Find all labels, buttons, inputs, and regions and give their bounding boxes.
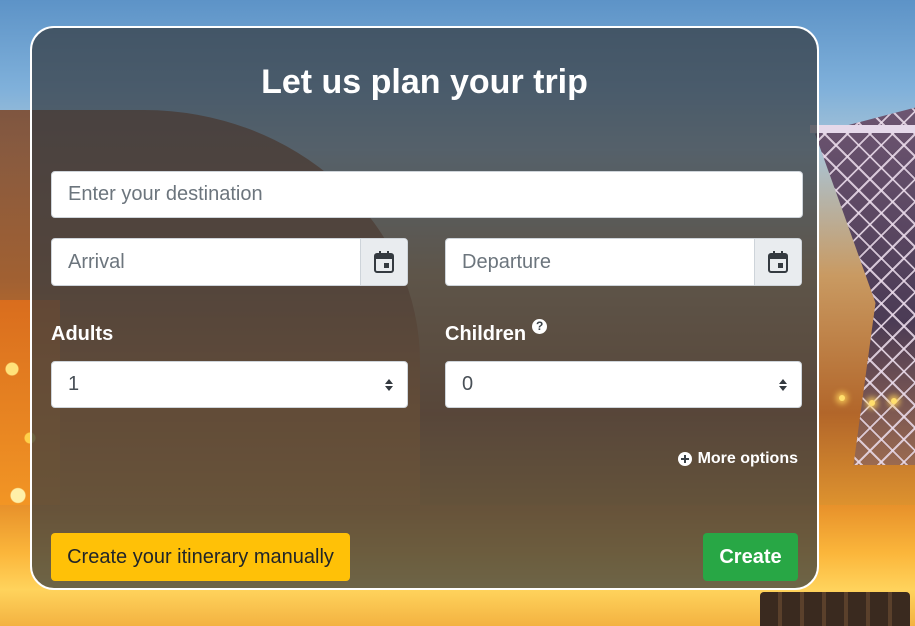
sort-caret-icon [385, 378, 393, 391]
adults-label: Adults [51, 323, 114, 345]
calendar-icon [374, 251, 394, 273]
destination-field[interactable] [51, 171, 803, 218]
boat [760, 592, 910, 626]
departure-input[interactable] [446, 239, 756, 285]
lamp-light [839, 395, 845, 401]
departure-field[interactable] [445, 238, 802, 286]
destination-input[interactable] [52, 172, 802, 217]
children-select[interactable]: 0 [445, 361, 802, 408]
children-label: Children [445, 323, 527, 345]
question-circle-icon[interactable]: ? [532, 319, 548, 334]
adults-select[interactable]: 1 [51, 361, 408, 408]
bridge [815, 105, 915, 465]
more-options-label: More options [697, 450, 798, 467]
arrival-input[interactable] [52, 239, 362, 285]
children-label-group: Children ? [445, 319, 548, 346]
calendar-icon [768, 251, 788, 273]
create-button[interactable]: Create [703, 533, 798, 581]
arrival-calendar-button[interactable] [360, 239, 407, 285]
page-title: Let us plan your trip [261, 63, 588, 101]
more-options-link[interactable]: More options [677, 450, 798, 468]
lamp-light [891, 398, 897, 404]
plus-circle-icon [677, 452, 692, 466]
sort-caret-icon [779, 378, 787, 391]
create-itinerary-manually-button[interactable]: Create your itinerary manually [51, 533, 350, 581]
children-select-value: 0 [462, 373, 474, 395]
adults-select-value: 1 [68, 373, 80, 395]
trip-planner-card: Let us plan your trip A [30, 26, 819, 590]
lamp-light [869, 400, 875, 406]
departure-calendar-button[interactable] [754, 239, 801, 285]
arrival-field[interactable] [51, 238, 408, 286]
bridge-deck [810, 125, 915, 133]
